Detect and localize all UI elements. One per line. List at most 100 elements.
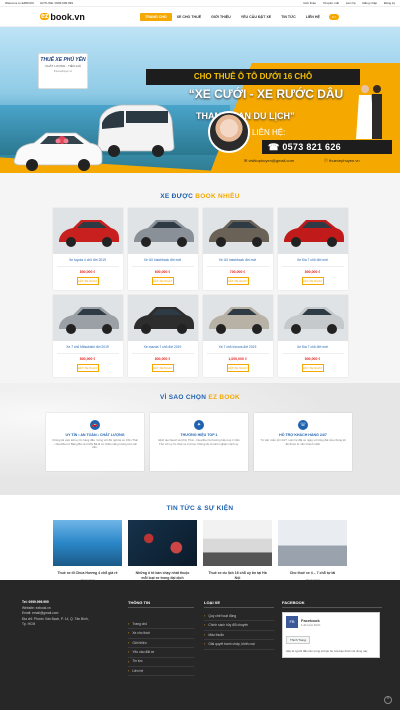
footer-cancel-link[interactable]: Chính sách hủy đổi chuyến <box>204 621 274 631</box>
scroll-top-button[interactable]: ^ <box>384 696 392 704</box>
car-name[interactable]: Xe 7 chỗ Innova đời 2019 <box>203 345 273 350</box>
car-illustration <box>52 208 123 254</box>
footer-link-contact[interactable]: Liên hệ <box>128 667 194 677</box>
book-now-button[interactable]: ĐẶT XE NGAY <box>226 364 249 372</box>
car-image[interactable] <box>277 208 348 254</box>
popular-cars-title: XE ĐƯỢC BOOK NHIỀU <box>0 193 400 200</box>
why-box-trust: 🚗 UY TÍN • AN TOÀN • CHẤT LƯỢNG Chúng tô… <box>46 413 144 471</box>
facebook-like-button[interactable]: Thích Trang <box>286 636 311 644</box>
divider <box>131 353 194 354</box>
footer-dispute-link[interactable]: Mâu thuẫn <box>204 631 274 641</box>
phone-icon: ☎ <box>268 142 283 152</box>
car-illustration <box>127 208 198 254</box>
car-price: 800,000 ₫ <box>154 357 171 361</box>
footer-link-about[interactable]: Giới thiệu <box>128 639 194 649</box>
top-link-promo[interactable]: Khuyến mãi <box>323 1 339 5</box>
news-image <box>128 520 197 566</box>
book-now-button[interactable]: ĐẶT XE NGAY <box>301 277 324 285</box>
nav-about[interactable]: GIỚI THIỆU <box>206 13 236 21</box>
book-now-button[interactable]: ĐẶT XE NGAY <box>301 364 324 372</box>
footer-links-col: THÔNG TIN Trang chủ Xe cho thuê Giới thi… <box>128 600 194 677</box>
top-link-about[interactable]: Giới thiệu <box>303 1 316 5</box>
car-card[interactable]: Xe 7 chỗ Mitsubishi đời 2019 800,000 ₫ ĐẶT… <box>52 295 123 377</box>
top-bar: Welcome to EZBOOK HOTLINE: 0999.999.999 … <box>0 0 400 7</box>
banner-logo-sub: CHẤT LƯỢNG - TIỆN GIÁ <box>45 64 81 68</box>
footer-link-cars[interactable]: Xe cho thuê <box>128 629 194 639</box>
top-link-contact[interactable]: Liên hệ <box>346 1 356 5</box>
book-now-button[interactable]: ĐẶT XE NGAY <box>76 277 99 285</box>
car-image[interactable] <box>52 295 123 341</box>
car-price: 800,000 ₫ <box>304 270 321 274</box>
support-avatar-image <box>208 111 250 153</box>
site-logo[interactable]: ez book.vn <box>40 12 140 22</box>
car-name[interactable]: Xe Kia 7 chỗ đời mới <box>278 258 348 263</box>
car-name[interactable]: Xe i10 hatchback đời mới <box>203 258 273 263</box>
top-link-register[interactable]: Đăng ký <box>384 1 395 5</box>
car-name[interactable]: Xe Kia 7 chỗ đời mới <box>278 345 348 350</box>
footer-complaint-link[interactable]: Giải quyết tranh chấp, khiếu nại <box>204 640 274 650</box>
car-image[interactable] <box>277 295 348 341</box>
car-name[interactable]: Xe toyota 4 chỗ đời 2019 <box>53 258 123 263</box>
car-card[interactable]: Xe 7 chỗ Innova đời 2019 1,000,000 ₫ ĐẶT X… <box>202 295 273 377</box>
banner-quote: “XE CƯỚI - XE RƯỚC DÂU <box>188 87 344 101</box>
page: Welcome to EZBOOK HOTLINE: 0999.999.999 … <box>0 0 400 710</box>
car-illustration <box>277 208 348 254</box>
car-name[interactable]: Xe 7 chỗ Mitsubishi đời 2019 <box>53 345 123 350</box>
car-price: 800,000 ₫ <box>79 270 96 274</box>
book-now-button[interactable]: ĐẶT XE NGAY <box>151 364 174 372</box>
facebook-widget[interactable]: FB Facebook 1.2k lượt thích Thích Trang … <box>282 612 380 658</box>
car-card[interactable]: Xe toyota 4 chỗ đời 2019 800,000 ₫ ĐẶT XE … <box>52 208 123 290</box>
cart-button[interactable]: 0 ₫ <box>328 13 339 20</box>
top-bar-left: Welcome to EZBOOK HOTLINE: 0999.999.999 <box>5 1 73 5</box>
footer-info-col: Tel: 0999.999.999 Website: ezbook.vn Ema… <box>22 600 92 628</box>
car-card[interactable]: Xe i10 hatchback đời mới 600,000 ₫ ĐẶT XE … <box>127 208 198 290</box>
banner-facebook[interactable]: ⓕ thuexephuyen.vn <box>324 158 360 164</box>
top-link-login[interactable]: Đăng nhập <box>362 1 377 5</box>
news-image <box>278 520 347 566</box>
footer-link-request[interactable]: Yêu cầu đặt xe <box>128 648 194 658</box>
news-card-title[interactable]: Thuê xe du lịch 16 chỗ uy tín tại Hà Nội <box>203 571 272 580</box>
car-card[interactable]: Xe i10 hatchback đời mới 700,000 ₫ ĐẶT XE … <box>202 208 273 290</box>
divider <box>56 353 119 354</box>
news-card-title[interactable]: Thuê xe đi Chùa Hương 4 chỗ giá rẻ <box>53 571 122 576</box>
car-grid: Xe toyota 4 chỗ đời 2019 800,000 ₫ ĐẶT XE … <box>0 208 400 377</box>
nav-book-request[interactable]: YÊU CẦU ĐẶT XE <box>236 13 276 21</box>
car-card[interactable]: Xe Kia 7 chỗ đời mới 800,000 ₫ ĐẶT XE NGAY <box>277 295 348 377</box>
car-card[interactable]: Xe Kia 7 chỗ đời mới 800,000 ₫ ĐẶT XE NGAY <box>277 208 348 290</box>
car-name[interactable]: Xe i10 hatchback đời mới <box>128 258 198 263</box>
car-image[interactable] <box>127 295 198 341</box>
car-image[interactable] <box>127 208 198 254</box>
banner-email[interactable]: ✉ visittophuyen@gmail.com <box>244 158 294 163</box>
news-card-title[interactable]: Những ô tô bán chạy nhất thuộc mỗi loại … <box>128 571 197 580</box>
news-card-title[interactable]: Cho thuê xe 4 – 7 chỗ tự lái <box>278 571 347 576</box>
why-title-b: EZ BOOK <box>208 394 241 401</box>
footer: Tel: 0999.999.999 Website: ezbook.vn Ema… <box>0 580 400 710</box>
divider <box>131 266 194 267</box>
nav-home[interactable]: TRANG CHỦ <box>140 12 172 21</box>
book-now-button[interactable]: ĐẶT XE NGAY <box>151 277 174 285</box>
car-card[interactable]: Xe mazda 7 chỗ đời 2019 800,000 ₫ ĐẶT XE N… <box>127 295 198 377</box>
car-illustration <box>202 295 273 341</box>
facebook-icon: FB <box>286 616 298 628</box>
why-choose-section: VÌ SAO CHỌN EZ BOOK 🚗 UY TÍN • AN TOÀN •… <box>0 383 400 495</box>
nav-contact[interactable]: LIÊN HỆ <box>301 13 325 21</box>
nav-rental-cars[interactable]: XE CHO THUÊ <box>172 13 207 21</box>
car-image[interactable] <box>202 208 273 254</box>
footer-policy-link[interactable]: Quy chế hoạt động <box>204 612 274 622</box>
car-name[interactable]: Xe mazda 7 chỗ đời 2019 <box>128 345 198 350</box>
book-now-button[interactable]: ĐẶT XE NGAY <box>226 277 249 285</box>
footer-link-home[interactable]: Trang chủ <box>128 620 194 630</box>
why-title: VÌ SAO CHỌN EZ BOOK <box>0 394 400 401</box>
nav-news[interactable]: TIN TỨC <box>276 13 301 21</box>
facebook-page-name[interactable]: Facebook <box>301 618 320 623</box>
banner-phone[interactable]: ☎ 0573 821 626 <box>262 140 392 154</box>
why-box-support: ☏ HỖ TRỢ KHÁCH HÀNG 24/7 Tư vấn miễn phí… <box>254 413 352 471</box>
car-image[interactable] <box>52 208 123 254</box>
car-image[interactable] <box>202 295 273 341</box>
book-now-button[interactable]: ĐẶT XE NGAY <box>76 364 99 372</box>
divider <box>56 266 119 267</box>
footer-link-news[interactable]: Tin tức <box>128 658 194 667</box>
car-illustration <box>277 295 348 341</box>
car-illustration <box>52 295 123 341</box>
footer-types-col: LOẠI XE Quy chế hoạt động Chính sách hủy… <box>204 600 274 650</box>
